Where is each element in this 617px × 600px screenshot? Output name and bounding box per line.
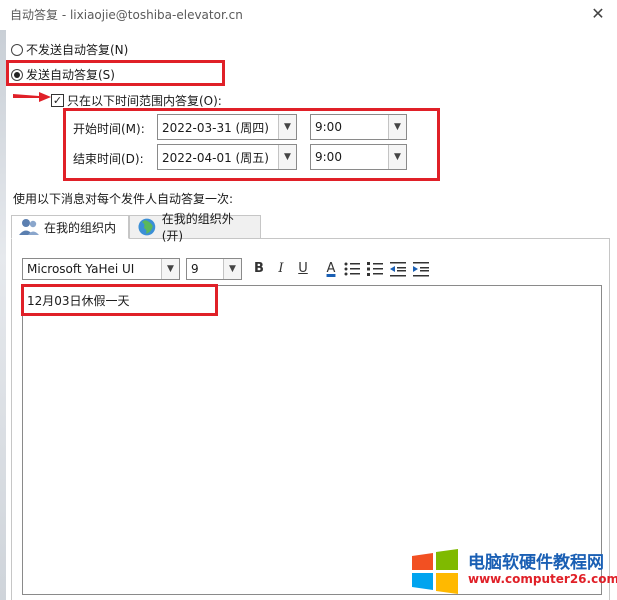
end-time-label: 结束时间(D): [73,152,144,166]
time-range-option[interactable]: ✓ 只在以下时间范围内答复(O): [51,92,222,109]
end-date-picker[interactable]: 2022-04-01 (周五) ▼ [157,144,297,170]
watermark-url: www.computer26.com [468,572,617,586]
tab-outside-org[interactable]: 在我的组织外(开) [129,212,261,243]
underline-button[interactable]: U [293,259,313,279]
bold-button[interactable]: B [249,259,269,279]
time-range-checkbox[interactable]: ✓ [51,94,64,107]
bullet-list-icon[interactable] [342,259,362,279]
time-range-label: 只在以下时间范围内答复(O): [67,94,222,108]
end-time-picker[interactable]: 9:00 ▼ [310,144,407,170]
no-reply-radio[interactable] [11,43,23,56]
globe-icon [138,218,156,236]
send-reply-radio[interactable] [11,68,23,81]
font-name-value: Microsoft YaHei UI [27,262,135,276]
title-bar: 自动答复 - lixiaojie@toshiba-elevator.cn ✕ [0,0,617,30]
chevron-down-icon[interactable]: ▼ [278,145,296,169]
no-reply-option[interactable]: 不发送自动答复(N) [11,41,128,58]
tab-inside-label: 在我的组织内 [44,220,117,235]
message-text: 12月03日休假一天 [27,294,130,308]
increase-indent-icon[interactable] [411,259,431,279]
no-reply-label: 不发送自动答复(N) [26,43,129,57]
red-arrow-icon [13,92,51,102]
chevron-down-icon[interactable]: ▼ [388,145,406,169]
end-time-value: 9:00 [315,150,342,164]
numbered-list-icon[interactable] [365,259,385,279]
start-date-value: 2022-03-31 (周四) [162,120,269,135]
chevron-down-icon[interactable]: ▼ [278,115,296,139]
background-window-edge [0,30,6,600]
font-size-select[interactable]: 9 ▼ [186,258,242,280]
tab-outside-label: 在我的组织外(开) [161,212,234,243]
windows-logo-icon [412,549,458,594]
start-time-picker[interactable]: 9:00 ▼ [310,114,407,140]
window-title: 自动答复 - lixiaojie@toshiba-elevator.cn [10,8,243,22]
italic-button[interactable]: I [271,259,291,279]
chevron-down-icon[interactable]: ▼ [161,259,179,279]
chevron-down-icon[interactable]: ▼ [223,259,241,279]
close-button[interactable]: ✕ [585,2,611,26]
font-color-button[interactable]: A [321,259,341,279]
decrease-indent-icon[interactable] [388,259,408,279]
site-watermark: 电脑软硬件教程网 www.computer26.com [410,548,617,594]
info-text: 使用以下消息对每个发件人自动答复一次: [13,192,234,206]
start-time-value: 9:00 [315,120,342,134]
send-reply-label: 发送自动答复(S) [26,68,115,82]
people-icon [19,219,39,235]
font-size-value: 9 [191,262,199,276]
chevron-down-icon[interactable]: ▼ [388,115,406,139]
tab-inside-org[interactable]: 在我的组织内 [11,215,129,239]
font-name-select[interactable]: Microsoft YaHei UI ▼ [22,258,180,280]
start-time-label: 开始时间(M): [73,122,145,136]
start-date-picker[interactable]: 2022-03-31 (周四) ▼ [157,114,297,140]
watermark-title: 电脑软硬件教程网 [468,553,604,573]
send-reply-option[interactable]: 发送自动答复(S) [11,66,115,83]
end-date-value: 2022-04-01 (周五) [162,150,269,165]
